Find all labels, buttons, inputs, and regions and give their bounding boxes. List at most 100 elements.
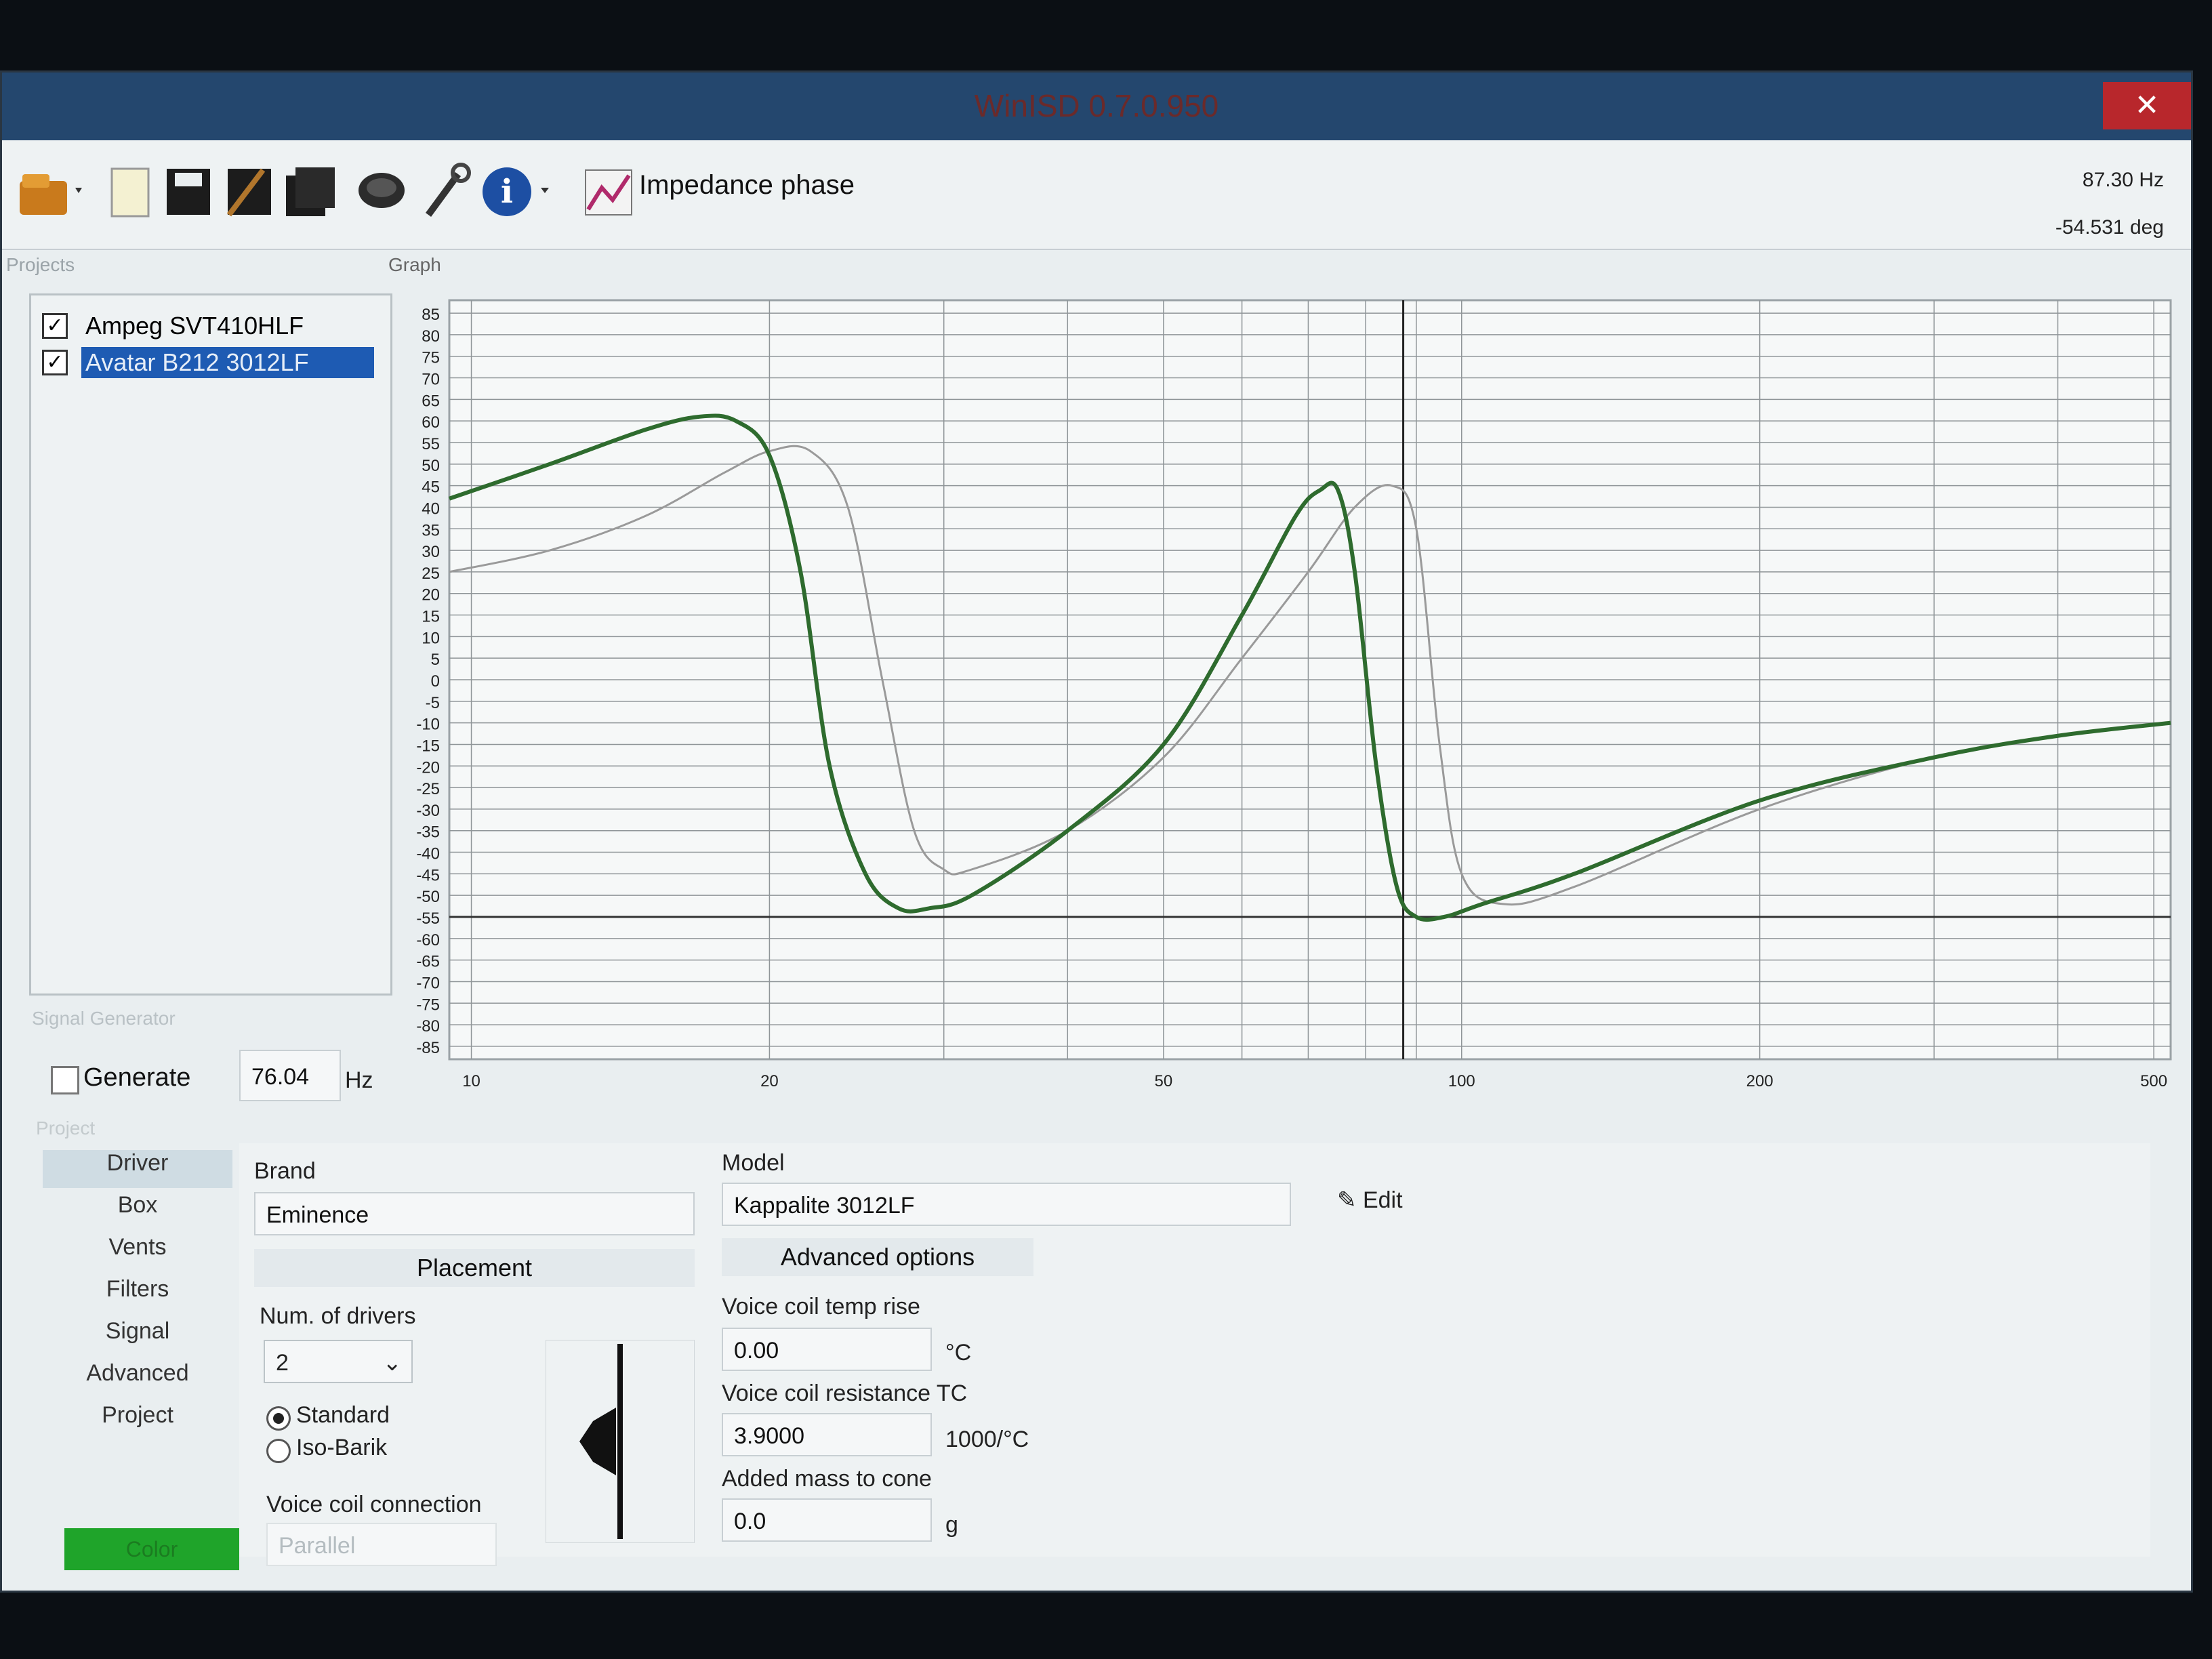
impedance-phase-chart[interactable]: 8580757065605550454035302520151050-5-10-… [382,287,2198,1127]
y-tick-label: 40 [422,499,440,518]
color-button[interactable]: Color [64,1528,239,1570]
nav-filters[interactable]: Filters [43,1276,232,1314]
project-section-label: Project [36,1118,96,1139]
y-tick-label: -70 [416,974,440,992]
y-tick-label: 10 [422,629,440,647]
project-checkbox[interactable]: ✓ [42,313,68,339]
y-tick-label: 30 [422,543,440,561]
generator-unit: Hz [345,1067,373,1093]
x-tick-label: 50 [1155,1072,1173,1090]
vc-temp-rise-label: Voice coil temp rise [722,1294,920,1319]
num-drivers-value: 2 [276,1350,289,1376]
generate-label: Generate [83,1063,191,1092]
new-file-icon[interactable] [104,161,158,222]
edit-button[interactable]: ✎ Edit [1337,1187,1403,1214]
y-tick-label: 70 [422,371,440,389]
project-item-ampeg[interactable]: ✓ Ampeg SVT410HLF [42,308,381,343]
isobarik-radio[interactable] [266,1439,291,1463]
project-label: Avatar B212 3012LF [81,347,374,378]
y-tick-label: 85 [422,306,440,324]
y-tick-label: 80 [422,327,440,346]
vc-res-tc-unit: 1000/°C [945,1427,1029,1452]
chevron-down-icon: ⌄ [382,1350,403,1376]
x-tick-label: 20 [760,1072,779,1090]
model-field[interactable]: Kappalite 3012LF [722,1183,1291,1226]
toolbar: i Impedance phase 87.30 Hz -54.531 deg [2,140,2191,250]
close-button[interactable]: ✕ [2103,82,2191,129]
vc-res-tc-field[interactable]: 3.9000 [722,1413,932,1456]
graph-section-label: Graph [388,254,441,275]
num-drivers-label: Num. of drivers [260,1303,416,1329]
tools-icon[interactable] [419,161,473,222]
y-tick-label: 50 [422,457,440,475]
y-tick-label: -10 [416,716,440,734]
y-tick-label: -30 [416,802,440,820]
y-tick-label: -35 [416,823,440,842]
projects-list: ✓ Ampeg SVT410HLF ✓ Avatar B212 3012LF [29,293,392,996]
save-icon[interactable] [161,161,216,222]
edit-label: Edit [1362,1187,1403,1213]
y-tick-label: 65 [422,392,440,410]
y-tick-label: -25 [416,780,440,798]
nav-box[interactable]: Box [43,1192,232,1230]
y-tick-label: -20 [416,758,440,777]
nav-project[interactable]: Project [43,1402,232,1440]
app-window: WinISD 0.7.0.950 ✕ i Impedance phase 87.… [0,70,2193,1593]
model-label: Model [722,1150,785,1176]
x-tick-label: 10 [462,1072,480,1090]
voice-coil-connection-label: Voice coil connection [266,1492,482,1517]
vc-res-tc-label: Voice coil resistance TC [722,1380,968,1406]
voice-coil-connection-select[interactable]: Parallel [266,1523,497,1566]
graph-icon[interactable] [581,161,636,222]
y-tick-label: 0 [431,672,440,691]
y-tick-label: 35 [422,521,440,539]
generator-frequency-input[interactable]: 76.04 [239,1050,341,1101]
nav-vents[interactable]: Vents [43,1234,232,1272]
vc-temp-rise-field[interactable]: 0.00 [722,1328,932,1371]
y-tick-label: 25 [422,565,440,583]
window-title: WinISD 0.7.0.950 [974,88,1219,123]
x-tick-label: 500 [2140,1072,2167,1090]
minimize-button[interactable] [1893,82,1967,129]
project-item-avatar[interactable]: ✓ Avatar B212 3012LF [42,344,381,380]
maximize-button[interactable] [1967,82,2042,129]
num-drivers-select[interactable]: 2 ⌄ [264,1340,413,1383]
nav-signal[interactable]: Signal [43,1318,232,1356]
svg-text:i: i [501,173,513,211]
open-folder-icon[interactable] [16,161,90,222]
brand-field[interactable]: Eminence [254,1192,695,1235]
signal-generator-label: Signal Generator [32,1008,176,1029]
generate-checkbox[interactable] [51,1066,79,1094]
pencil-icon: ✎ [1337,1187,1363,1213]
driver-panel: Brand Eminence Model Kappalite 3012LF ✎ … [239,1143,2150,1566]
projects-section-label: Projects [6,254,75,275]
y-tick-label: -80 [416,1017,440,1036]
x-tick-label: 200 [1746,1072,1774,1090]
info-icon[interactable]: i [480,161,554,222]
phase-readout: -54.531 deg [2055,216,2164,239]
graph-type-label[interactable]: Impedance phase [639,170,855,201]
project-label: Ampeg SVT410HLF [85,312,304,340]
brand-label: Brand [254,1158,316,1184]
y-tick-label: -60 [416,931,440,949]
y-tick-label: 15 [422,608,440,626]
project-checkbox[interactable]: ✓ [42,350,68,375]
standard-radio[interactable] [266,1406,291,1431]
nav-advanced[interactable]: Advanced [43,1360,232,1398]
added-mass-unit: g [945,1512,958,1538]
save-as-icon[interactable] [222,161,276,222]
advanced-options-header: Advanced options [722,1238,1033,1276]
placement-diagram-icon [546,1340,695,1543]
y-tick-label: -40 [416,845,440,863]
nav-driver[interactable]: Driver [43,1150,232,1188]
save-all-icon[interactable] [283,161,337,222]
y-tick-label: -65 [416,953,440,971]
speaker-icon[interactable] [354,161,409,222]
y-tick-label: 20 [422,586,440,605]
standard-label: Standard [296,1402,390,1428]
y-tick-label: 60 [422,413,440,432]
y-tick-label: -55 [416,909,440,928]
added-mass-field[interactable]: 0.0 [722,1498,932,1542]
y-tick-label: -5 [426,694,440,712]
x-tick-label: 100 [1448,1072,1475,1090]
